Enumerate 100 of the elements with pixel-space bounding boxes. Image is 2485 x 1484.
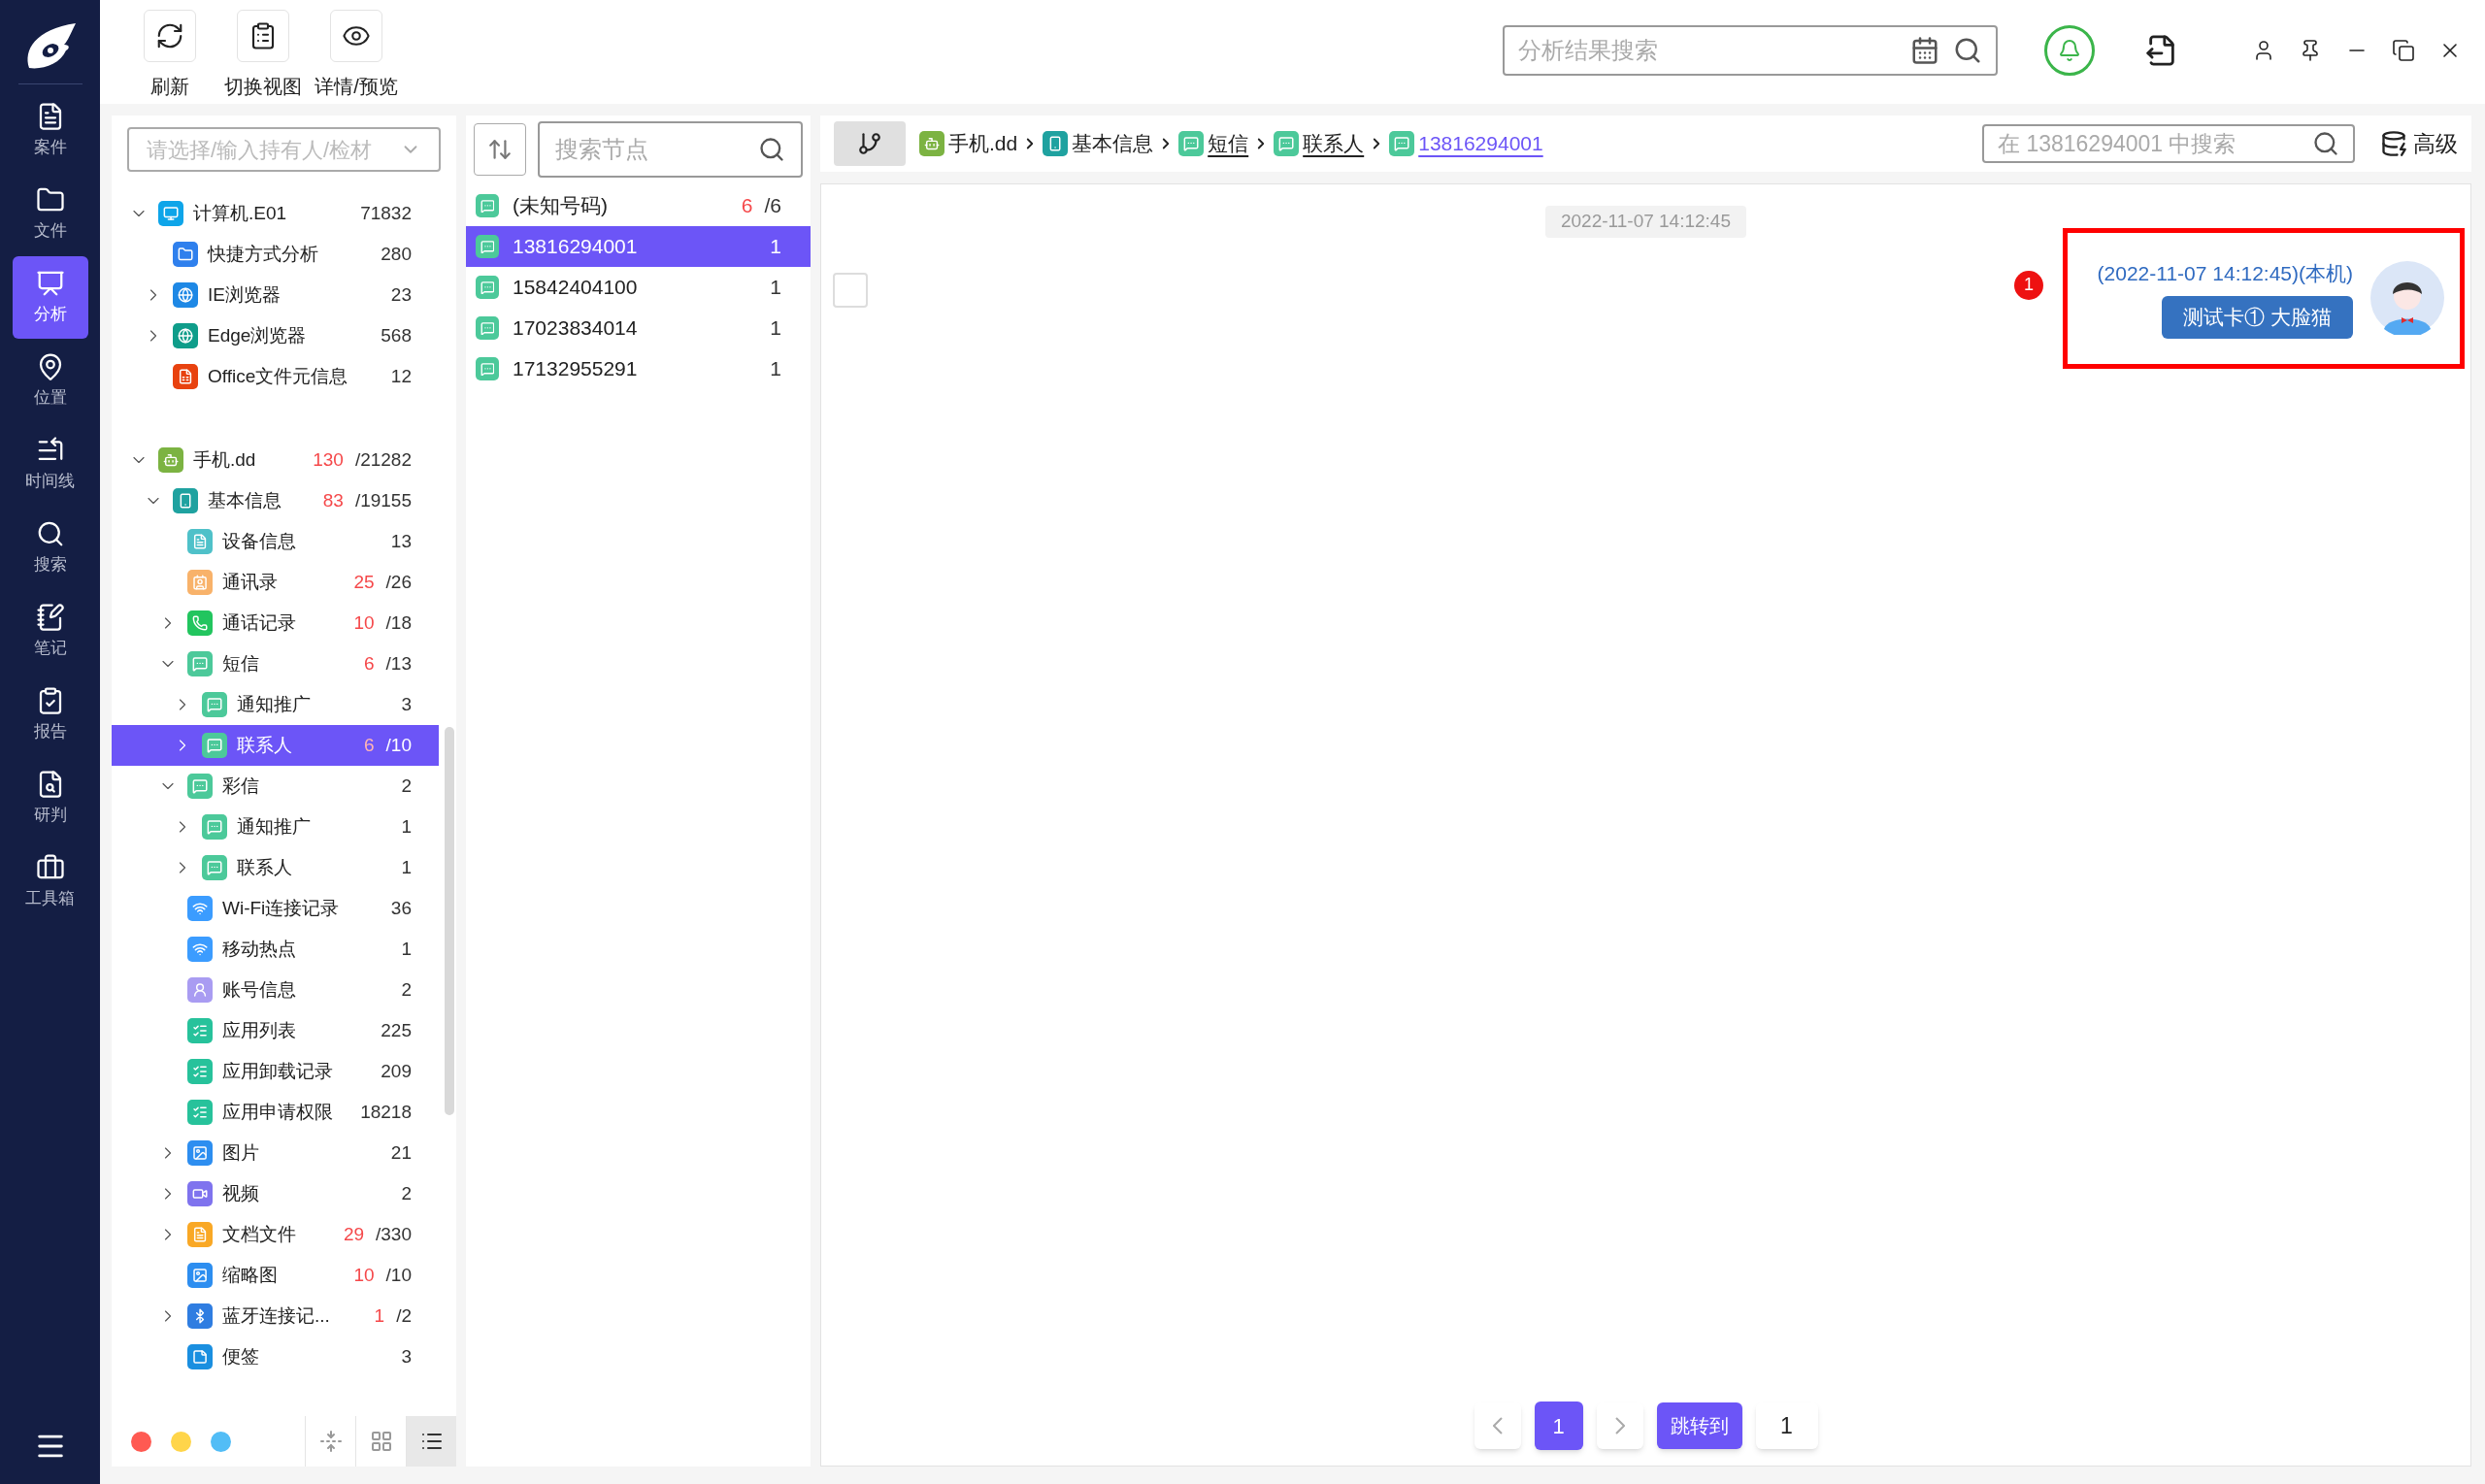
search-input[interactable]: 在 13816294001 中搜索 <box>1998 126 2312 161</box>
nav-item[interactable]: 工具箱 <box>12 841 88 923</box>
folder-icon <box>173 242 198 267</box>
jump-button[interactable]: 跳转到 <box>1656 1402 1742 1449</box>
tree-item[interactable]: 设备信息 13 <box>112 521 439 562</box>
list-item[interactable]: (未知号码) 6 /6 <box>466 185 811 226</box>
tree-item[interactable]: 蓝牙连接记... 1 /2 <box>112 1296 439 1336</box>
tree-item[interactable]: Office文件元信息 12 <box>112 356 439 397</box>
checkbox[interactable] <box>833 272 868 308</box>
toolbar-button[interactable] <box>330 10 382 62</box>
breadcrumb-link[interactable]: 联系人 <box>1303 128 1365 159</box>
tree-item[interactable]: 应用列表 225 <box>112 1010 439 1051</box>
tree-item[interactable]: 手机.dd 130 /21282 <box>112 440 439 480</box>
message-card[interactable]: (2022-11-07 14:12:45)(本机) 测试卡① 大脸猫 <box>2063 227 2465 369</box>
total-count: /330 <box>376 1222 412 1246</box>
tree-item[interactable]: Edge浏览器 568 <box>112 315 439 356</box>
search-input[interactable]: 搜索节点 <box>555 132 758 167</box>
tree-item[interactable]: 快捷方式分析 280 <box>112 234 439 275</box>
search-input[interactable]: 分析结果搜索 <box>1518 33 1910 68</box>
list-item[interactable]: 17132955291 1 <box>466 348 811 389</box>
search-icon[interactable] <box>758 136 785 163</box>
tree-item[interactable]: 通讯录 25 /26 <box>112 562 439 603</box>
tree-item[interactable]: 通知推广 1 <box>112 807 439 847</box>
list-item[interactable]: 17023834014 1 <box>466 308 811 348</box>
toolbar-label: 切换视图 <box>224 75 302 99</box>
list-item[interactable]: 13816294001 1 <box>466 226 811 267</box>
tree-item[interactable]: 短信 6 /13 <box>112 643 439 684</box>
total-count: /19155 <box>354 488 412 512</box>
chat-icon <box>476 194 499 217</box>
tree-item[interactable]: 账号信息 2 <box>112 970 439 1010</box>
total-count: 280 <box>381 242 412 266</box>
calendar-icon[interactable] <box>1910 36 1939 65</box>
total-count: 1 <box>770 356 781 382</box>
search-icon[interactable] <box>1953 36 1982 65</box>
toolbar-button[interactable] <box>237 10 289 62</box>
tree-item[interactable]: 通话记录 10 /18 <box>112 603 439 643</box>
search-field[interactable]: 分析结果搜索 <box>1503 25 1998 76</box>
nav-item[interactable]: 搜索 <box>12 507 88 589</box>
tree-item[interactable]: 文档文件 29 /330 <box>112 1214 439 1255</box>
chat-icon <box>187 774 213 799</box>
breadcrumb-link[interactable]: 短信 <box>1208 128 1249 159</box>
nav-item[interactable]: 报告 <box>12 674 88 756</box>
phone-info-icon <box>1043 131 1069 156</box>
new-count: 6 <box>364 733 375 757</box>
nav-item[interactable]: 笔记 <box>12 590 88 673</box>
tree-item[interactable]: 计算机.E01 71832 <box>112 193 439 234</box>
new-count: 10 <box>353 610 375 635</box>
nav-item[interactable]: 分析 <box>12 256 88 339</box>
nav-item[interactable]: 时间线 <box>12 423 88 506</box>
advanced-search-button[interactable]: 高级 <box>2380 126 2458 161</box>
notification-button[interactable] <box>2044 25 2095 76</box>
tree-item-label: IE浏览器 <box>208 282 281 307</box>
tree-item-label: 通讯录 <box>222 570 278 594</box>
tree-item-label: 便签 <box>222 1344 259 1369</box>
breadcrumb-link[interactable]: 手机.dd <box>948 128 1018 159</box>
total-count: 13 <box>390 529 412 553</box>
tree-item[interactable]: 移动热点 1 <box>112 929 439 970</box>
nav-item[interactable]: 位置 <box>12 340 88 422</box>
toolbar-button[interactable] <box>144 10 196 62</box>
search-icon[interactable] <box>2312 130 2339 157</box>
content-search-field[interactable]: 在 13816294001 中搜索 <box>1982 124 2355 163</box>
page-input[interactable]: 1 <box>1755 1402 1818 1449</box>
page-button[interactable]: 1 <box>1534 1402 1583 1450</box>
new-count: 83 <box>322 488 344 512</box>
tree-item[interactable]: Wi-Fi连接记录 36 <box>112 888 439 929</box>
branch-button[interactable] <box>834 121 906 166</box>
view-button[interactable] <box>406 1416 456 1467</box>
tree-item[interactable]: 应用卸载记录 209 <box>112 1051 439 1092</box>
sort-button[interactable] <box>474 123 526 176</box>
tree-item[interactable]: 联系人 6 /10 <box>112 725 439 766</box>
message-header: (2022-11-07 14:12:45)(本机) <box>2097 260 2353 286</box>
globe-icon <box>173 282 198 308</box>
breadcrumb-link[interactable]: 13816294001 <box>1418 128 1543 159</box>
nav-item[interactable]: 案件 <box>12 89 88 172</box>
nav-item[interactable]: 文件 <box>12 173 88 255</box>
tree-item[interactable]: 基本信息 83 /19155 <box>112 480 439 521</box>
nav-item[interactable]: 研判 <box>12 757 88 840</box>
tree-item[interactable]: 便签 3 <box>112 1336 439 1377</box>
chat-icon <box>476 276 499 299</box>
tree-item[interactable]: 彩信 2 <box>112 766 439 807</box>
tree-item[interactable]: 应用申请权限 18218 <box>112 1092 439 1133</box>
tree-item[interactable]: 视频 2 <box>112 1173 439 1214</box>
tree-item-label: 联系人 <box>237 733 292 757</box>
tree-item-label: 应用列表 <box>222 1018 296 1042</box>
tree-item-label: 缩略图 <box>222 1263 278 1287</box>
chat-icon <box>202 814 227 840</box>
chat-icon <box>1389 131 1415 156</box>
toolbar-label: 刷新 <box>150 75 189 99</box>
list-item[interactable]: 15842404100 1 <box>466 267 811 308</box>
breadcrumb-link[interactable]: 基本信息 <box>1072 128 1154 159</box>
chevron-left-icon <box>1492 1417 1503 1435</box>
tree-item[interactable]: 联系人 1 <box>112 847 439 888</box>
list-item-label: 15842404100 <box>513 275 638 301</box>
restore-icon[interactable] <box>2392 39 2415 62</box>
node-search-field[interactable]: 搜索节点 <box>538 121 803 178</box>
tree-item[interactable]: IE浏览器 23 <box>112 275 439 315</box>
tree-item[interactable]: 图片 21 <box>112 1133 439 1173</box>
tree-item[interactable]: 通知推广 3 <box>112 684 439 725</box>
total-count: 3 <box>401 692 412 716</box>
tree-item[interactable]: 缩略图 10 /10 <box>112 1255 439 1296</box>
